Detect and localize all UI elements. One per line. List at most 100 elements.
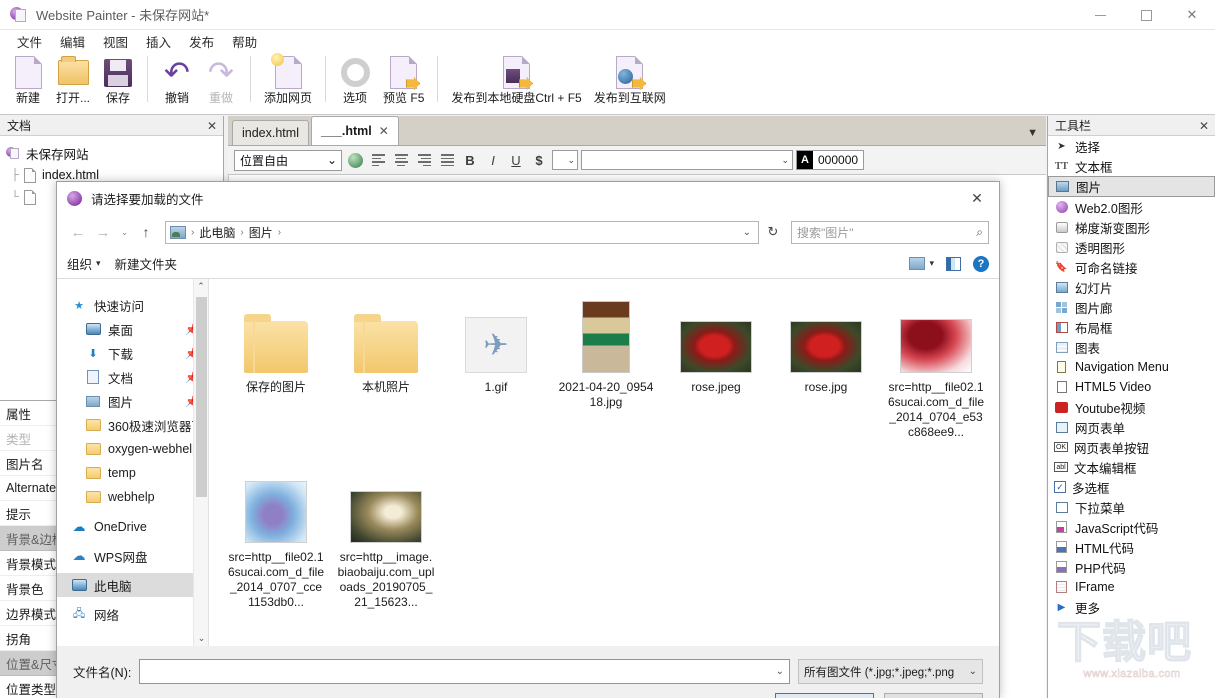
tool-item-textbox[interactable]: TT 文本框 bbox=[1048, 156, 1215, 176]
tool-item-layout-box[interactable]: 布局框 bbox=[1048, 317, 1215, 337]
font-color-control[interactable]: A 000000 bbox=[796, 150, 865, 170]
toolbar-preview[interactable]: 预览 F5 bbox=[377, 52, 430, 112]
breadcrumb-dropdown-icon[interactable]: ⌄ bbox=[743, 227, 754, 238]
toolbar-save[interactable]: 保存 bbox=[96, 52, 140, 112]
open-button[interactable]: 打开(O) bbox=[775, 693, 874, 698]
dollar-button[interactable]: $ bbox=[529, 150, 549, 170]
url-combobox[interactable]: ⌄ bbox=[581, 150, 793, 170]
dialog-close-icon[interactable]: ✕ bbox=[955, 182, 999, 215]
globe-link-icon[interactable] bbox=[345, 150, 365, 170]
tool-item-web20-shape[interactable]: Web2.0图形 bbox=[1048, 197, 1215, 217]
file-item[interactable]: ✈ 1.gif bbox=[441, 293, 551, 463]
menu-help[interactable]: 帮助 bbox=[223, 30, 266, 53]
nav-item-360-browser[interactable]: 360极速浏览器下载 bbox=[57, 413, 208, 437]
nav-item-temp[interactable]: temp bbox=[57, 461, 208, 485]
document-panel-close-icon[interactable]: ✕ bbox=[207, 119, 217, 133]
file-item[interactable]: src=http__file02.16sucai.com_d_file_2014… bbox=[221, 463, 331, 633]
toolbar-publish-internet[interactable]: 发布到互联网 bbox=[588, 52, 672, 112]
maximize-button[interactable] bbox=[1123, 0, 1169, 30]
file-item[interactable]: rose.jpg bbox=[771, 293, 881, 463]
menu-view[interactable]: 视图 bbox=[94, 30, 137, 53]
nav-item-oxygen-webhelp[interactable]: oxygen-webhelp bbox=[57, 437, 208, 461]
tool-item-dropdown[interactable]: 下拉菜单 bbox=[1048, 497, 1215, 517]
help-icon[interactable]: ? bbox=[973, 255, 989, 272]
breadcrumb[interactable]: › 此电脑 › 图片 › ⌄ bbox=[165, 220, 759, 244]
minimize-button[interactable] bbox=[1077, 0, 1123, 30]
tool-item-form-button[interactable]: OK 网页表单按钮 bbox=[1048, 437, 1215, 457]
nav-forward-button[interactable]: → bbox=[92, 221, 114, 243]
menu-insert[interactable]: 插入 bbox=[137, 30, 180, 53]
tool-item-javascript-code[interactable]: JavaScript代码 bbox=[1048, 517, 1215, 537]
bg-color-swatch[interactable]: ⌄ bbox=[552, 150, 578, 170]
tab-untitled-html[interactable]: ___.html ✕ bbox=[310, 116, 399, 145]
tool-item-youtube-video[interactable]: Youtube视频 bbox=[1048, 397, 1215, 417]
tab-index-html[interactable]: index.html bbox=[232, 120, 309, 145]
tab-close-icon[interactable]: ✕ bbox=[379, 124, 389, 138]
nav-back-button[interactable]: ← bbox=[67, 221, 89, 243]
nav-up-button[interactable]: ↑ bbox=[135, 221, 157, 243]
search-input[interactable]: 搜索"图片" ⌕ bbox=[791, 220, 989, 244]
nav-item-quick-access[interactable]: ★ 快速访问 bbox=[57, 293, 208, 317]
nav-item-network[interactable]: 🖧 网络 bbox=[57, 602, 208, 626]
align-justify-icon[interactable] bbox=[437, 150, 457, 170]
toolbar-open[interactable]: 打开... bbox=[50, 52, 96, 112]
close-button[interactable]: ✕ bbox=[1169, 0, 1215, 30]
italic-button[interactable]: I bbox=[483, 150, 503, 170]
tool-item-html5-video[interactable]: HTML5 Video bbox=[1048, 377, 1215, 397]
breadcrumb-item-pictures[interactable]: 图片 bbox=[249, 224, 273, 241]
tree-item-site[interactable]: 未保存网站 bbox=[6, 142, 223, 164]
file-item[interactable]: 2021-04-20_095418.jpg bbox=[551, 293, 661, 463]
menu-edit[interactable]: 编辑 bbox=[51, 30, 94, 53]
cancel-button[interactable]: 取消 bbox=[884, 693, 983, 698]
organize-button[interactable]: 组织 ▾ bbox=[67, 254, 101, 273]
tool-item-table[interactable]: 图表 bbox=[1048, 337, 1215, 357]
tool-item-html-code[interactable]: HTML代码 bbox=[1048, 537, 1215, 557]
file-list[interactable]: 保存的图片 本机照片 ✈ 1.gif 2021-04-20_095418.jpg… bbox=[209, 279, 999, 646]
tool-item-image[interactable]: 图片 bbox=[1048, 176, 1215, 197]
file-item[interactable]: src=http__image.biaobaiju.com_uploads_20… bbox=[331, 463, 441, 633]
toolbar-add-page[interactable]: 添加网页 bbox=[258, 52, 318, 112]
filename-input[interactable]: ⌄ bbox=[139, 659, 790, 684]
nav-item-this-pc[interactable]: 此电脑 bbox=[57, 573, 208, 597]
toolbar-options[interactable]: 选项 bbox=[333, 52, 377, 112]
tool-item-more[interactable]: ▶ 更多 bbox=[1048, 597, 1215, 617]
chevron-down-icon[interactable]: ⌄ bbox=[776, 666, 784, 677]
tool-panel-close-icon[interactable]: ✕ bbox=[1199, 119, 1209, 133]
tool-item-web-form[interactable]: 网页表单 bbox=[1048, 417, 1215, 437]
align-center-icon[interactable] bbox=[391, 150, 411, 170]
file-type-filter[interactable]: 所有图文件 (*.jpg;*.jpeg;*.png ⌄ bbox=[798, 659, 983, 684]
tool-item-gallery[interactable]: 图片廊 bbox=[1048, 297, 1215, 317]
scrollbar-thumb[interactable] bbox=[196, 297, 207, 497]
nav-history-icon[interactable]: ⌄ bbox=[117, 221, 132, 243]
chevron-down-icon[interactable]: ▼ bbox=[1027, 127, 1038, 139]
nav-item-documents[interactable]: 文档 📌 bbox=[57, 365, 208, 389]
scroll-up-icon[interactable]: ⌃ bbox=[194, 279, 208, 294]
toolbar-new[interactable]: 新建 bbox=[6, 52, 50, 112]
nav-item-webhelp[interactable]: webhelp bbox=[57, 485, 208, 509]
file-item[interactable]: rose.jpeg bbox=[661, 293, 771, 463]
nav-item-wps-cloud[interactable]: ☁ WPS网盘 bbox=[57, 544, 208, 568]
view-mode-button[interactable]: ▾ bbox=[909, 257, 934, 270]
align-right-icon[interactable] bbox=[414, 150, 434, 170]
scroll-down-icon[interactable]: ⌄ bbox=[194, 631, 209, 646]
tool-item-transparent-shape[interactable]: 透明图形 bbox=[1048, 237, 1215, 257]
file-item[interactable]: 本机照片 bbox=[331, 293, 441, 463]
nav-item-downloads[interactable]: ⬇ 下载 📌 bbox=[57, 341, 208, 365]
toolbar-redo[interactable]: ↷ 重做 bbox=[199, 52, 243, 112]
tool-item-checkbox[interactable]: ✓ 多选框 bbox=[1048, 477, 1215, 497]
tool-item-named-link[interactable]: 🔖 可命名链接 bbox=[1048, 257, 1215, 277]
nav-pane-scrollbar[interactable]: ⌃ ⌄ bbox=[193, 279, 208, 646]
menu-file[interactable]: 文件 bbox=[8, 30, 51, 53]
position-select[interactable]: 位置自由 ⌄ bbox=[234, 149, 342, 171]
tool-item-select[interactable]: ➤ 选择 bbox=[1048, 136, 1215, 156]
tool-item-navigation-menu[interactable]: Navigation Menu bbox=[1048, 357, 1215, 377]
refresh-icon[interactable]: ↻ bbox=[762, 221, 784, 243]
breadcrumb-item-this-pc[interactable]: 此电脑 bbox=[199, 224, 235, 241]
bold-button[interactable]: B bbox=[460, 150, 480, 170]
menu-publish[interactable]: 发布 bbox=[180, 30, 223, 53]
preview-pane-icon[interactable] bbox=[946, 256, 961, 271]
tool-item-iframe[interactable]: IFrame bbox=[1048, 577, 1215, 597]
file-item[interactable]: src=http__file02.16sucai.com_d_file_2014… bbox=[881, 293, 991, 463]
tool-item-slideshow[interactable]: 幻灯片 bbox=[1048, 277, 1215, 297]
toolbar-publish-local[interactable]: 发布到本地硬盘Ctrl + F5 bbox=[445, 52, 587, 112]
